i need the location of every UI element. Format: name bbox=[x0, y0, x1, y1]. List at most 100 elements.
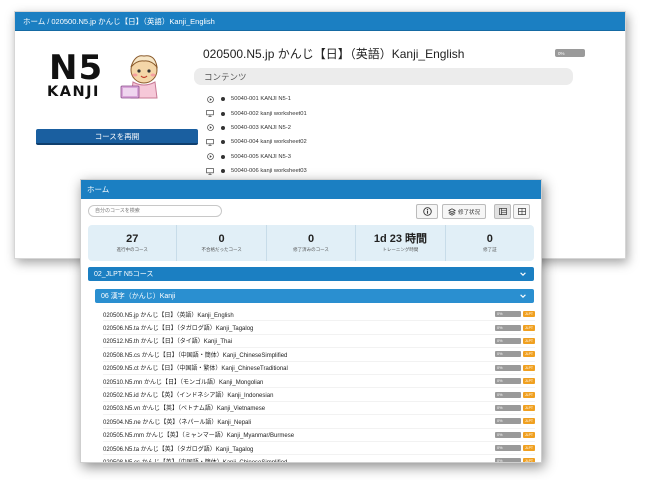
stat-card: 1d 23 時間トレーニング時間 bbox=[356, 225, 446, 261]
course-name[interactable]: 020509.N5.ct かんじ【日】（中国語・繁体）Kanji_Chinese… bbox=[103, 363, 495, 372]
course-row[interactable]: 020510.N5.mn かんじ【日】（モンゴル語）Kanji_Mongolia… bbox=[103, 375, 535, 389]
course-row[interactable]: 020506.N5.ta かんじ【英】（タガログ語）Kanji_Tagalog 0… bbox=[103, 442, 535, 456]
course-progress-badge: 0% bbox=[495, 311, 521, 318]
content-item-label: 50040-001 KANJI N5-1 bbox=[231, 96, 291, 103]
stat-label: トレーニング時間 bbox=[382, 247, 419, 252]
course-progress-badge: 0% bbox=[495, 404, 521, 411]
monitor-icon bbox=[205, 138, 215, 146]
course-name[interactable]: 020502.N5.id かんじ【英】（インドネシア語）Kanji_Indone… bbox=[103, 390, 495, 399]
jlpt-tag: JLPT bbox=[523, 364, 535, 371]
completion-status-label: 修了状況 bbox=[457, 209, 480, 216]
home-title: ホーム bbox=[87, 185, 110, 194]
jlpt-tag: JLPT bbox=[523, 445, 535, 452]
jlpt-tag: JLPT bbox=[523, 351, 535, 358]
stat-value: 0 bbox=[307, 233, 315, 245]
content-item-label: 50040-005 KANJI N5-3 bbox=[231, 153, 291, 160]
course-name[interactable]: 020504.N5.ne かんじ【英】（ネパール語）Kanji_Nepali bbox=[103, 417, 495, 426]
course-progress-badge: 0% bbox=[495, 364, 521, 371]
content-item[interactable]: 50040-003 KANJI N5-2 bbox=[205, 121, 565, 135]
content-item-label: 50040-003 KANJI N5-2 bbox=[231, 124, 291, 131]
contents-list: 50040-001 KANJI N5-1 50040-002 kanji work… bbox=[205, 92, 565, 178]
list-view-button[interactable] bbox=[494, 204, 511, 219]
content-item[interactable]: 50040-002 kanji worksheet01 bbox=[205, 106, 565, 120]
section-kanji-label: 06 漢字（かんじ）Kanji bbox=[101, 293, 176, 300]
course-progress-badge: 0% bbox=[495, 351, 521, 358]
stat-card: 0 修了証 bbox=[446, 225, 534, 261]
course-search-input[interactable] bbox=[88, 205, 222, 217]
bullet-icon bbox=[221, 140, 225, 145]
jlpt-tag: JLPT bbox=[523, 391, 535, 398]
course-list: 020500.N5.jp かんじ【日】（英語）Kanji_English 0% JL… bbox=[103, 308, 535, 463]
section-jlpt-n5[interactable]: 02_JLPT N5コース bbox=[88, 267, 534, 281]
jlpt-tag: JLPT bbox=[523, 418, 535, 425]
course-name[interactable]: 020505.N5.mm かんじ【英】（ミャンマー語）Kanji_Myanmar… bbox=[103, 430, 495, 439]
course-row[interactable]: 020504.N5.ne かんじ【英】（ネパール語）Kanji_Nepali 0%… bbox=[103, 415, 535, 429]
course-name[interactable]: 020506.N5.ta かんじ【英】（タガログ語）Kanji_Tagalog bbox=[103, 444, 495, 453]
jlpt-tag: JLPT bbox=[523, 404, 535, 411]
completion-status-button[interactable]: 修了状況 bbox=[442, 204, 486, 219]
jlpt-tag: JLPT bbox=[523, 378, 535, 385]
course-row[interactable]: 020505.N5.mm かんじ【英】（ミャンマー語）Kanji_Myanmar… bbox=[103, 429, 535, 442]
stats-summary: 27 進行中のコース 0 不合格だったコース 0 修了済みのコース 1d 23 時間 トレーニ… bbox=[88, 225, 534, 261]
stat-value: 27 bbox=[126, 233, 139, 245]
course-progress-badge: 0% bbox=[495, 431, 521, 438]
course-name[interactable]: 020512.N5.th かんじ【日】（タイ語）Kanji_Thai bbox=[103, 336, 495, 345]
home-title-bar: ホーム bbox=[81, 180, 541, 199]
content-item-label: 50040-004 kanji worksheet02 bbox=[231, 139, 307, 146]
course-progress-badge: 0% bbox=[495, 418, 521, 425]
course-progress-badge: 0% bbox=[555, 49, 585, 57]
jlpt-tag: JLPT bbox=[523, 431, 535, 438]
course-row[interactable]: 020512.N5.th かんじ【日】（タイ語）Kanji_Thai 0% JLPT bbox=[103, 335, 535, 349]
content-item[interactable]: 50040-006 kanji worksheet03 bbox=[205, 164, 565, 178]
chevron-down-icon bbox=[520, 272, 526, 276]
course-row[interactable]: 020500.N5.jp かんじ【日】（英語）Kanji_English 0% JL… bbox=[103, 308, 535, 322]
course-row[interactable]: 020508.N5.cs かんじ【英】（中国語・簡体）Kanji_Chinese… bbox=[103, 455, 535, 463]
content-item-label: 50040-006 kanji worksheet03 bbox=[231, 168, 307, 175]
bullet-icon bbox=[221, 97, 225, 102]
course-name[interactable]: 020503.N5.vn かんじ【英】（ベトナム語）Kanji_Vietname… bbox=[103, 403, 495, 412]
stat-value: 0 bbox=[486, 233, 493, 245]
course-title: 020500.N5.jp かんじ【日】（英語）Kanji_English bbox=[203, 47, 465, 61]
course-row[interactable]: 020508.N5.cs かんじ【日】（中国語・簡体）Kanji_Chinese… bbox=[103, 348, 535, 362]
content-item[interactable]: 50040-004 kanji worksheet02 bbox=[205, 135, 565, 149]
logo-kanji-text: KANJI bbox=[47, 84, 100, 100]
course-name[interactable]: 020500.N5.jp かんじ【日】（英語）Kanji_English bbox=[103, 310, 495, 319]
jlpt-tag: JLPT bbox=[523, 458, 535, 463]
section-kanji[interactable]: 06 漢字（かんじ）Kanji bbox=[95, 289, 534, 303]
course-row[interactable]: 020506.N5.ta かんじ【日】（タガログ語）Kanji_Tagalog 0… bbox=[103, 321, 535, 335]
course-name[interactable]: 020510.N5.mn かんじ【日】（モンゴル語）Kanji_Mongolia… bbox=[103, 377, 495, 386]
chevron-down-icon bbox=[520, 294, 526, 298]
bullet-icon bbox=[221, 111, 225, 116]
content-item[interactable]: 50040-005 KANJI N5-3 bbox=[205, 150, 565, 164]
course-name[interactable]: 020508.N5.cs かんじ【英】（中国語・簡体）Kanji_Chinese… bbox=[103, 457, 495, 462]
stat-card: 27 進行中のコース bbox=[88, 225, 178, 261]
section-jlpt-n5-label: 02_JLPT N5コース bbox=[94, 271, 154, 278]
breadcrumb-home[interactable]: ホーム bbox=[23, 16, 45, 27]
layers-icon bbox=[447, 207, 456, 216]
resume-course-button[interactable]: コースを再開 bbox=[36, 129, 198, 145]
jlpt-tag: JLPT bbox=[523, 324, 535, 331]
bullet-icon bbox=[221, 154, 225, 159]
course-row[interactable]: 020503.N5.vn かんじ【英】（ベトナム語）Kanji_Vietname… bbox=[103, 402, 535, 416]
play-icon bbox=[205, 153, 215, 161]
info-icon bbox=[422, 207, 432, 216]
course-name[interactable]: 020508.N5.cs かんじ【日】（中国語・簡体）Kanji_Chinese… bbox=[103, 350, 495, 359]
monitor-icon bbox=[205, 167, 215, 175]
stat-value: 1d 23 時間 bbox=[373, 233, 428, 245]
course-row[interactable]: 020502.N5.id かんじ【英】（インドネシア語）Kanji_Indone… bbox=[103, 388, 535, 402]
stat-value: 0 bbox=[218, 233, 225, 245]
course-row[interactable]: 020509.N5.ct かんじ【日】（中国語・繁体）Kanji_Chinese… bbox=[103, 362, 535, 375]
play-icon bbox=[205, 124, 215, 132]
stat-label: 進行中のコース bbox=[116, 247, 148, 252]
contents-header[interactable]: コンテンツ bbox=[194, 68, 573, 85]
course-progress-badge: 0% bbox=[495, 378, 521, 385]
home-window: ホーム 修了状況 27進行中のコース0不合格だったコース0修 bbox=[80, 179, 542, 463]
monitor-icon bbox=[205, 110, 215, 117]
course-name[interactable]: 020506.N5.ta かんじ【日】（タガログ語）Kanji_Tagalog bbox=[103, 323, 495, 332]
info-button[interactable] bbox=[416, 204, 438, 219]
jlpt-tag: JLPT bbox=[523, 337, 535, 344]
course-progress-badge: 0% bbox=[495, 391, 521, 398]
n5-kanji-logo: N5 KANJI bbox=[45, 50, 165, 106]
grid-view-button[interactable] bbox=[513, 204, 530, 219]
content-item[interactable]: 50040-001 KANJI N5-1 bbox=[205, 92, 565, 106]
